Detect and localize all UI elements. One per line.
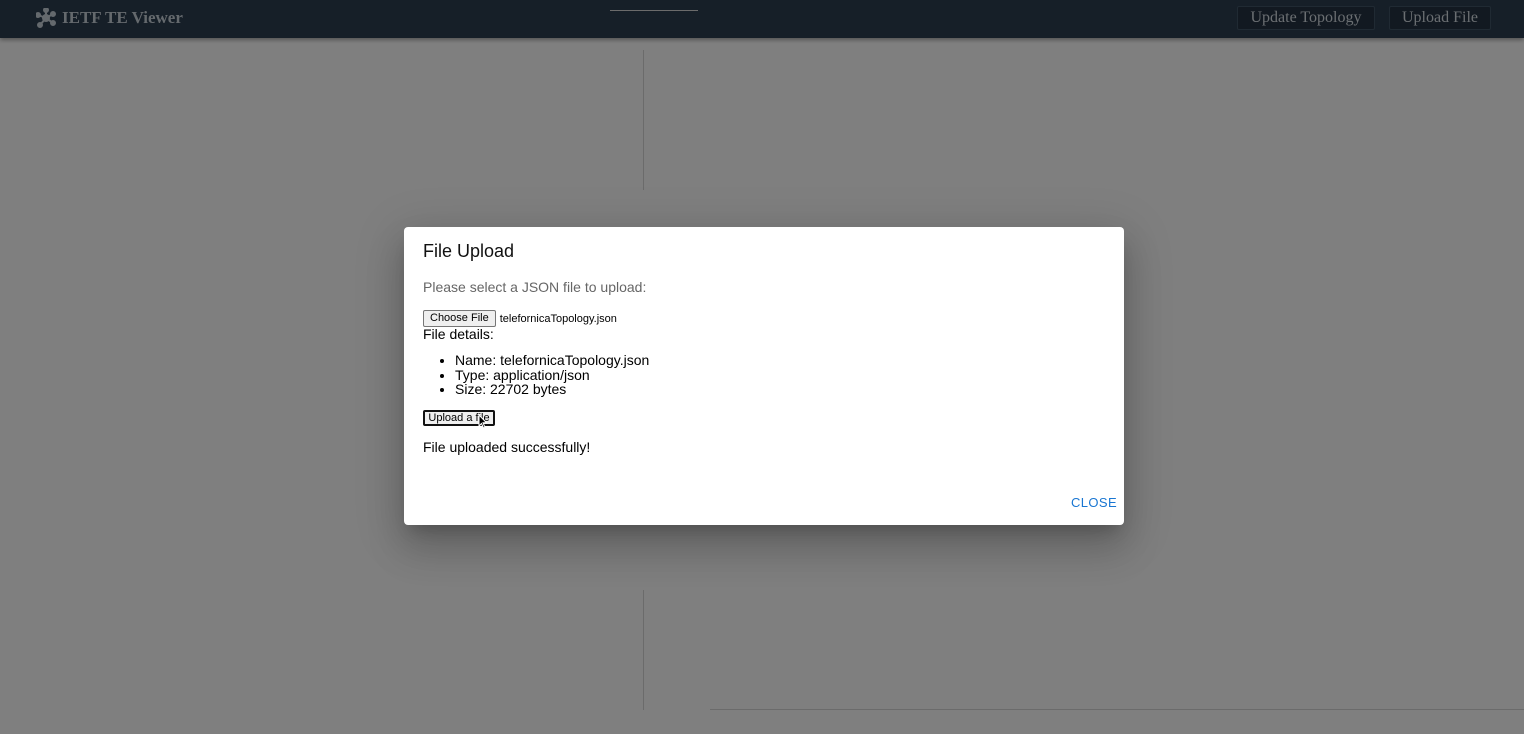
file-upload-dialog: File Upload Please select a JSON file to… <box>404 227 1124 525</box>
dialog-title: File Upload <box>423 241 515 261</box>
choose-file-button[interactable]: Choose File <box>423 310 496 327</box>
upload-status-message: File uploaded successfully! <box>423 439 591 455</box>
close-button[interactable]: CLOSE <box>1065 493 1123 512</box>
dialog-prompt: Please select a JSON file to upload: <box>423 279 647 295</box>
file-detail-name: Name: telefornicaTopology.json <box>455 353 649 368</box>
file-detail-size: Size: 22702 bytes <box>455 382 649 397</box>
file-input[interactable]: Choose File telefornicaTopology.json <box>423 310 617 327</box>
mouse-pointer-icon <box>478 413 488 434</box>
file-detail-type: Type: application/json <box>455 367 649 383</box>
file-details-label: File details: <box>423 326 494 342</box>
chosen-filename: telefornicaTopology.json <box>499 312 617 325</box>
file-details-list: Name: telefornicaTopology.json Type: app… <box>423 353 649 397</box>
